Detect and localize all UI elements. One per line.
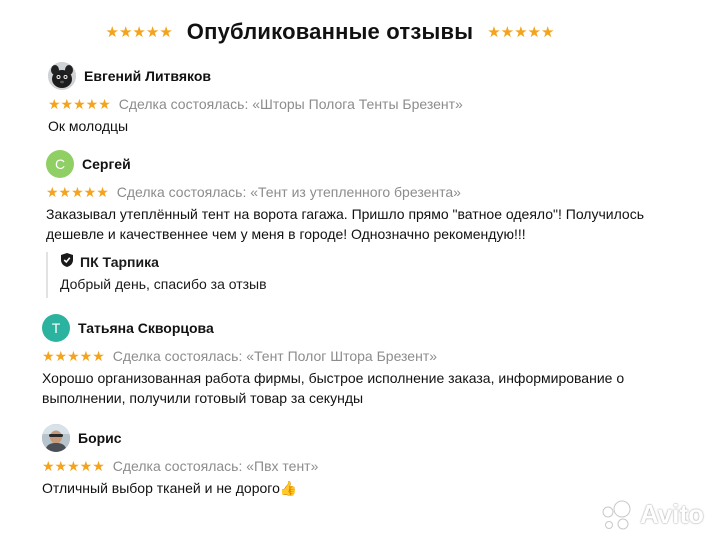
avatar[interactable]: Т — [42, 314, 70, 342]
seller-reply: ПК Тарпика Добрый день, спасибо за отзыв — [46, 252, 267, 298]
review-author-row: Т Татьяна Скворцова — [42, 313, 692, 343]
review-text: Ок молодцы — [48, 118, 129, 134]
header-left-stars: ★★★★★ — [105, 23, 173, 41]
deal-info: Сделка состоялась: «Тент из утепленного … — [116, 184, 461, 200]
avito-watermark: Avito — [600, 499, 704, 530]
deal-info: Сделка состоялась: «Шторы Полога Тенты Б… — [118, 96, 463, 112]
header-right-stars: ★★★★★ — [487, 23, 555, 41]
review-deal-row: ★★★★★ Сделка состоялась: «Тент из утепле… — [46, 183, 696, 201]
review-card: Т Татьяна Скворцова ★★★★★ Сделка состоял… — [42, 313, 692, 408]
review-card: Борис ★★★★★ Сделка состоялась: «Пвх тент… — [42, 423, 692, 498]
review-card: С Сергей ★★★★★ Сделка состоялась: «Тент … — [46, 149, 696, 244]
avatar[interactable] — [42, 424, 70, 452]
review-author-row: Борис — [42, 423, 692, 453]
dog-photo-avatar-icon — [48, 62, 76, 90]
deal-info: Сделка состоялась: «Пвх тент» — [112, 458, 319, 474]
review-card: Евгений Литвяков ★★★★★ Сделка состоялась… — [48, 61, 688, 136]
review-deal-row: ★★★★★ Сделка состоялась: «Шторы Полога Т… — [48, 95, 688, 113]
reply-header: ПК Тарпика — [60, 252, 267, 272]
review-author-row: С Сергей — [46, 149, 696, 179]
review-text: Хорошо организованная работа фирмы, быст… — [42, 370, 625, 406]
rating-stars: ★★★★★ — [42, 348, 105, 364]
review-author-name[interactable]: Сергей — [82, 156, 131, 172]
review-author-name[interactable]: Татьяна Скворцова — [78, 320, 214, 336]
reply-text: Добрый день, спасибо за отзыв — [60, 276, 267, 292]
avatar[interactable]: С — [46, 150, 74, 178]
person-photo-avatar-icon — [42, 424, 70, 452]
review-author-name[interactable]: Евгений Литвяков — [84, 68, 211, 84]
rating-stars: ★★★★★ — [46, 184, 109, 200]
avatar-letter: Т — [51, 320, 61, 336]
reviews-header: ★★★★★ Опубликованные отзывы ★★★★★ — [0, 14, 660, 50]
rating-stars: ★★★★★ — [48, 96, 111, 112]
review-author-name[interactable]: Борис — [78, 430, 122, 446]
page-title: Опубликованные отзывы — [186, 19, 474, 44]
avatar[interactable] — [48, 62, 76, 90]
review-author-row: Евгений Литвяков — [48, 61, 688, 91]
avito-logo-icon — [602, 500, 631, 529]
seller-badge-icon — [60, 252, 74, 273]
reply-author-name[interactable]: ПК Тарпика — [80, 254, 159, 270]
review-text: Заказывал утеплённый тент на ворота гага… — [46, 206, 645, 242]
avatar-letter: С — [54, 156, 66, 172]
deal-info: Сделка состоялась: «Тент Полог Штора Бре… — [112, 348, 438, 364]
rating-stars: ★★★★★ — [42, 458, 105, 474]
review-deal-row: ★★★★★ Сделка состоялась: «Пвх тент» — [42, 457, 692, 475]
watermark-text: Avito — [639, 499, 704, 529]
review-text: Отличный выбор тканей и не дорого👍 — [42, 480, 298, 496]
review-deal-row: ★★★★★ Сделка состоялась: «Тент Полог Што… — [42, 347, 692, 365]
